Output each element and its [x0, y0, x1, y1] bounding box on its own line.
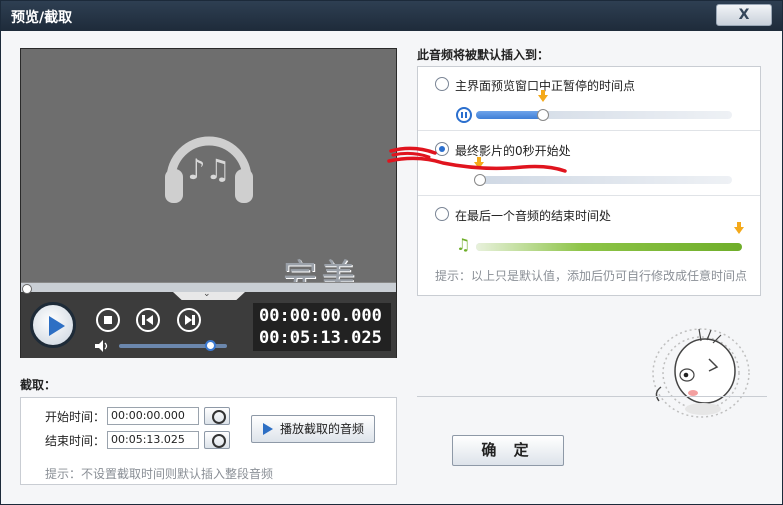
volume-thumb[interactable]	[204, 340, 216, 351]
crop-hint: 提示：不设置截取时间则默认插入整段音频	[45, 467, 274, 481]
radio-paused-time[interactable]	[435, 77, 449, 91]
insert-marker-icon	[537, 90, 548, 102]
option-last-audio-end[interactable]: 在最后一个音频的结束时间处 ♫	[418, 197, 760, 261]
dialog-content: ♪♫ 完美下载 ⌄	[1, 31, 782, 504]
next-frame-button[interactable]	[177, 308, 201, 332]
play-button[interactable]	[30, 302, 76, 348]
previous-frame-button[interactable]	[136, 308, 160, 332]
triangle-left-icon	[146, 315, 153, 325]
pause-icon	[456, 107, 472, 123]
headphones-icon: ♪♫	[165, 136, 253, 203]
audio-player: ♪♫ 完美下载 ⌄	[20, 48, 397, 358]
insert-marker-icon	[734, 222, 744, 234]
player-controls: 00:00:00.000 00:05:13.025	[21, 300, 396, 358]
divider	[417, 396, 767, 397]
chevron-down-icon[interactable]: ⌄	[203, 289, 211, 299]
music-note-icon: ♫	[456, 235, 471, 254]
play-cropped-audio-button[interactable]: 播放截取的音频	[251, 415, 375, 443]
bar-icon	[142, 315, 145, 325]
triangle-right-icon	[185, 315, 192, 325]
timeline-fill	[476, 243, 742, 251]
crop-panel: 开始时间： 00:00:00.000 结束时间： 00:05:13.025 播放…	[20, 397, 397, 485]
window-title: 预览/截取	[11, 10, 73, 26]
insert-section-title: 此音频将被默认插入到：	[417, 48, 550, 62]
total-time: 00:05:13.025	[259, 328, 382, 348]
current-time: 00:00:00.000	[259, 306, 382, 326]
option-label: 在最后一个音频的结束时间处	[455, 209, 612, 223]
crop-section-title: 截取：	[20, 378, 57, 392]
timeline-thumb	[536, 109, 549, 121]
mascot-icon	[652, 328, 750, 418]
end-time-input[interactable]: 00:05:13.025	[107, 431, 199, 449]
svg-text:♪♫: ♪♫	[188, 153, 231, 186]
preview-screen: ♪♫ 完美下载	[21, 49, 396, 346]
timeline-track	[476, 111, 732, 119]
start-time-label: 开始时间：	[45, 410, 106, 424]
red-scribble-annotation	[387, 146, 567, 173]
close-button[interactable]: X	[716, 4, 772, 26]
title-bar[interactable]: 预览/截取 X	[1, 1, 782, 31]
timecode-display: 00:00:00.000 00:05:13.025	[253, 303, 391, 351]
speaker-icon[interactable]	[95, 340, 109, 352]
timeline-fill	[476, 111, 543, 119]
confirm-button[interactable]: 确 定	[452, 435, 564, 466]
seek-thumb[interactable]	[22, 284, 32, 294]
preview-crop-dialog: 预览/截取 X ♪♫ 完美下载 ⌄	[0, 0, 783, 505]
start-time-input[interactable]: 00:00:00.000	[107, 407, 199, 425]
end-time-label: 结束时间：	[45, 434, 106, 448]
option-paused-time[interactable]: 主界面预览窗口中正暂停的时间点	[418, 67, 760, 131]
insert-hint: 提示：以上只是默认值，添加后仍可自行修改成任意时间点	[435, 269, 748, 283]
stop-button[interactable]	[96, 308, 120, 332]
radio-last-audio-end[interactable]	[435, 207, 449, 221]
clock-icon[interactable]	[204, 431, 230, 449]
clock-icon[interactable]	[204, 407, 230, 425]
option-label: 主界面预览窗口中正暂停的时间点	[455, 79, 636, 93]
insert-options: 主界面预览窗口中正暂停的时间点 最终影片的0秒开始处 在最后一个音频的结束时间处…	[417, 66, 761, 296]
timeline-track	[476, 243, 742, 251]
bar-icon	[192, 315, 195, 325]
